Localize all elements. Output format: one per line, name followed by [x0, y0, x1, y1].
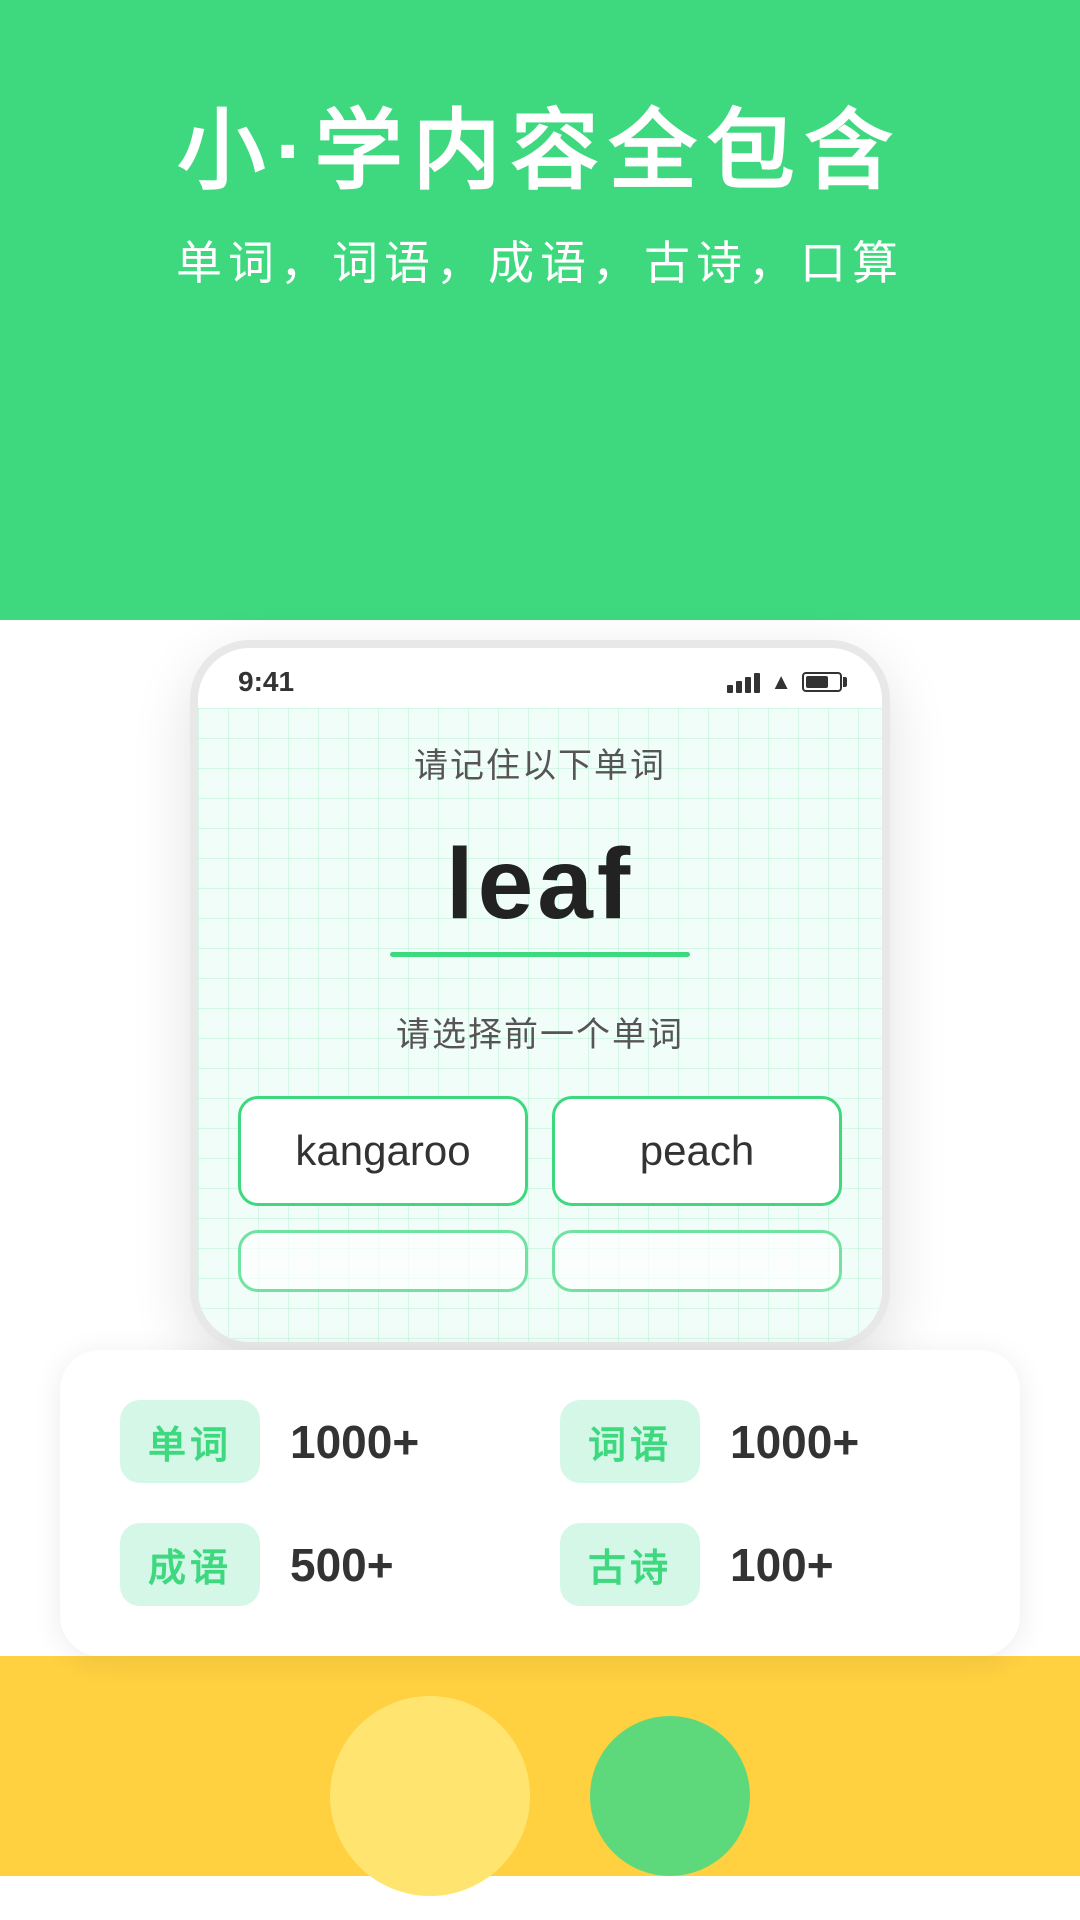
- main-title: 小·学内容全包含: [177, 80, 902, 207]
- stat-count-phrases: 1000+: [730, 1415, 859, 1469]
- stat-item-poems: 古诗 100+: [560, 1523, 960, 1606]
- stat-badge-poems: 古诗: [560, 1523, 700, 1606]
- word-option-partial-2[interactable]: [552, 1230, 842, 1292]
- stat-badge-phrases: 词语: [560, 1400, 700, 1483]
- stat-count-idioms: 500+: [290, 1538, 394, 1592]
- stat-item-idioms: 成语 500+: [120, 1523, 520, 1606]
- cloud-bump-1: [160, 490, 440, 610]
- cloud-bump-3: [640, 490, 920, 610]
- word-option-partial-1[interactable]: [238, 1230, 528, 1292]
- instruction-text-2: 请选择前一个单词: [238, 1007, 842, 1056]
- status-icons: ▲: [727, 669, 842, 695]
- signal-icon: [727, 671, 760, 693]
- cloud-bump-2: [400, 490, 680, 610]
- status-time: 9:41: [238, 666, 294, 698]
- word-options: kangaroo peach: [238, 1096, 842, 1312]
- stat-item-words: 单词 1000+: [120, 1400, 520, 1483]
- stats-grid: 单词 1000+ 词语 1000+ 成语 500+ 古诗 100+: [120, 1400, 960, 1606]
- word-display: leaf: [238, 827, 842, 942]
- phone-mockup-area: 9:41 ▲ 请记住以下单词 leaf 请选择前一个单词: [0, 640, 1080, 1350]
- status-bar: 9:41 ▲: [198, 648, 882, 708]
- battery-icon: [802, 672, 842, 692]
- stat-count-words: 1000+: [290, 1415, 419, 1469]
- yellow-bottom-bar: [0, 1636, 1080, 1876]
- subtitle: 单词，词语，成语，古诗，口算: [176, 227, 904, 293]
- decorative-circle-yellow: [330, 1696, 530, 1896]
- word-underline: [390, 952, 690, 957]
- stats-card: 单词 1000+ 词语 1000+ 成语 500+ 古诗 100+: [60, 1350, 1020, 1656]
- word-option-kangaroo[interactable]: kangaroo: [238, 1096, 528, 1206]
- top-hero-section: 小·学内容全包含 单词，词语，成语，古诗，口算: [0, 0, 1080, 560]
- stat-count-poems: 100+: [730, 1538, 834, 1592]
- stats-section: 单词 1000+ 词语 1000+ 成语 500+ 古诗 100+: [0, 1350, 1080, 1656]
- stat-badge-words: 单词: [120, 1400, 260, 1483]
- cloud-decoration: [0, 490, 1080, 610]
- stat-item-phrases: 词语 1000+: [560, 1400, 960, 1483]
- wifi-icon: ▲: [770, 669, 792, 695]
- main-word: leaf: [446, 828, 634, 940]
- phone-mockup: 9:41 ▲ 请记住以下单词 leaf 请选择前一个单词: [190, 640, 890, 1350]
- word-option-peach[interactable]: peach: [552, 1096, 842, 1206]
- decorative-circle-green: [590, 1716, 750, 1876]
- stat-badge-idioms: 成语: [120, 1523, 260, 1606]
- instruction-text-1: 请记住以下单词: [238, 738, 842, 787]
- phone-content: 请记住以下单词 leaf 请选择前一个单词 kangaroo peach: [198, 708, 882, 1342]
